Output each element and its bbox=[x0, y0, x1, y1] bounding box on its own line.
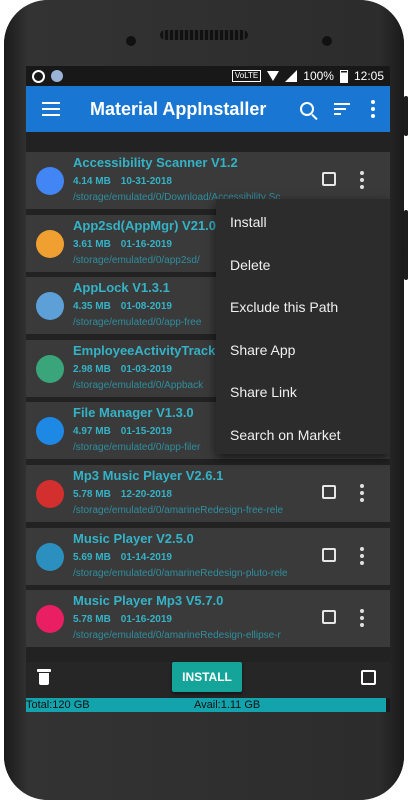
proximity-sensor bbox=[126, 36, 136, 46]
context-menu-item-share-app[interactable]: Share App bbox=[216, 329, 390, 372]
app-meta: 3.61 MB 01-16-2019 bbox=[73, 239, 172, 250]
whatsapp-icon bbox=[32, 69, 45, 83]
app-date: 01-08-2019 bbox=[120, 301, 172, 313]
volume-button bbox=[404, 96, 408, 136]
accessibility-scanner-icon bbox=[36, 167, 64, 195]
app-meta: 5.78 MB 01-16-2019 bbox=[73, 614, 172, 625]
app-date: 12-20-2018 bbox=[120, 489, 172, 500]
app-name: AppLock V1.3.1 bbox=[73, 280, 170, 296]
install-button[interactable]: INSTALL bbox=[172, 662, 242, 692]
row-more-vert-icon[interactable] bbox=[359, 171, 365, 189]
app-size: 3.61 MB bbox=[73, 238, 111, 250]
context-menu-item-install[interactable]: Install bbox=[216, 201, 390, 244]
app-path: /storage/emulated/0/amarineRedesign-plut… bbox=[73, 567, 288, 579]
app-meta: 4.97 MB 01-15-2019 bbox=[73, 426, 172, 437]
folder-search-icon bbox=[36, 417, 64, 446]
more-vert-icon[interactable] bbox=[370, 100, 376, 118]
app-name: EmployeeActivityTracker bbox=[73, 342, 228, 358]
status-bar: VoLTE 100% 12:05 bbox=[26, 66, 390, 86]
music-note-icon bbox=[36, 480, 64, 508]
app-size: 4.97 MB bbox=[73, 426, 111, 438]
volte-icon: VoLTE bbox=[231, 70, 262, 82]
storage-available: Avail:1.11 GB bbox=[194, 699, 261, 711]
phone-frame: VoLTE 100% 12:05 Material AppInstaller A… bbox=[4, 0, 408, 800]
app-toolbar: Material AppInstaller bbox=[26, 86, 390, 132]
storage-bar: Total:120 GB Avail:1.11 GB bbox=[26, 698, 390, 712]
app-date: 01-15-2019 bbox=[120, 426, 172, 438]
signal-icon bbox=[285, 70, 298, 82]
bottom-action-bar: INSTALL bbox=[26, 662, 390, 698]
clock: 12:05 bbox=[353, 69, 384, 83]
app-meta: 2.98 MB 01-03-2019 bbox=[73, 364, 172, 375]
app-list-item[interactable]: Mp3 Music Player V2.6.1 5.78 MB 12-20-2018… bbox=[26, 465, 390, 522]
app-size: 4.14 MB bbox=[73, 176, 111, 187]
app-size: 4.35 MB bbox=[73, 301, 111, 313]
app-select-checkbox[interactable] bbox=[322, 485, 336, 499]
earpiece-speaker bbox=[160, 30, 248, 40]
app-date: 01-03-2019 bbox=[120, 363, 172, 375]
app-list-item[interactable]: Music Player V2.5.0 5.69 MB 01-14-2019/sto… bbox=[26, 527, 390, 585]
app-list-item[interactable]: Music Player Mp3 V5.7.0 5.78 MB 01-16-2019… bbox=[26, 590, 390, 648]
row-more-vert-icon[interactable] bbox=[359, 484, 365, 502]
app-select-checkbox[interactable] bbox=[322, 547, 336, 562]
app-size: 5.78 MB bbox=[73, 489, 111, 500]
context-menu-item-share-link[interactable]: Share Link bbox=[216, 371, 390, 414]
app-name: App2sd(AppMgr) V21.0 bbox=[73, 217, 217, 233]
applock-icon bbox=[36, 292, 64, 321]
context-menu-item-exclude-this-path[interactable]: Exclude this Path bbox=[216, 286, 390, 329]
sort-icon[interactable] bbox=[334, 103, 350, 115]
app-name: Mp3 Music Player V2.6.1 bbox=[73, 468, 224, 483]
app-select-checkbox[interactable] bbox=[322, 172, 336, 186]
context-menu-item-search-on-market[interactable]: Search on Market bbox=[216, 414, 390, 457]
battery-percent: 100% bbox=[303, 69, 334, 83]
trash-icon[interactable] bbox=[37, 669, 51, 687]
android-icon bbox=[36, 354, 64, 383]
app-size: 2.98 MB bbox=[73, 363, 111, 375]
app-name: File Manager V1.3.0 bbox=[73, 405, 194, 421]
play-icon bbox=[36, 542, 64, 571]
app-date: 10-31-2018 bbox=[120, 176, 172, 187]
row-more-vert-icon[interactable] bbox=[359, 609, 365, 628]
context-menu: Install Delete Exclude this Path Share App S… bbox=[216, 199, 390, 454]
light-sensor bbox=[322, 36, 332, 46]
row-more-vert-icon[interactable] bbox=[359, 546, 365, 565]
app-name: Music Player V2.5.0 bbox=[73, 530, 194, 546]
app-meta: 5.78 MB 12-20-2018 bbox=[73, 489, 172, 500]
app-date: 01-16-2019 bbox=[120, 614, 172, 626]
power-button bbox=[404, 210, 408, 280]
app-name: Accessibility Scanner V1.2 bbox=[73, 155, 238, 170]
app-meta: 4.35 MB 01-08-2019 bbox=[73, 301, 172, 312]
screen: VoLTE 100% 12:05 Material AppInstaller A… bbox=[26, 66, 390, 712]
app-select-checkbox[interactable] bbox=[322, 610, 336, 625]
app-name: Music Player Mp3 V5.7.0 bbox=[73, 593, 224, 609]
app-meta: 5.69 MB 01-14-2019 bbox=[73, 552, 172, 563]
select-all-checkbox[interactable] bbox=[361, 670, 376, 685]
wifi-icon bbox=[267, 71, 280, 81]
app-date: 01-16-2019 bbox=[120, 238, 172, 250]
notification-dot-icon bbox=[51, 70, 63, 82]
music-note-icon bbox=[36, 605, 64, 634]
app-size: 5.78 MB bbox=[73, 614, 111, 626]
app-title: Material AppInstaller bbox=[90, 98, 267, 119]
context-menu-item-delete[interactable]: Delete bbox=[216, 244, 390, 287]
menu-icon[interactable] bbox=[42, 102, 60, 116]
battery-icon bbox=[339, 69, 348, 83]
storage-total: Total:120 GB bbox=[26, 699, 90, 711]
app-date: 01-14-2019 bbox=[120, 551, 172, 563]
app2sd-icon bbox=[36, 229, 64, 258]
app-path: /storage/emulated/0/amarineRedesign-elli… bbox=[73, 630, 281, 642]
app-path: /storage/emulated/0/amarineRedesign-free… bbox=[73, 505, 284, 516]
search-icon[interactable] bbox=[300, 102, 314, 116]
app-size: 5.69 MB bbox=[73, 551, 111, 563]
app-meta: 4.14 MB 10-31-2018 bbox=[73, 176, 172, 187]
